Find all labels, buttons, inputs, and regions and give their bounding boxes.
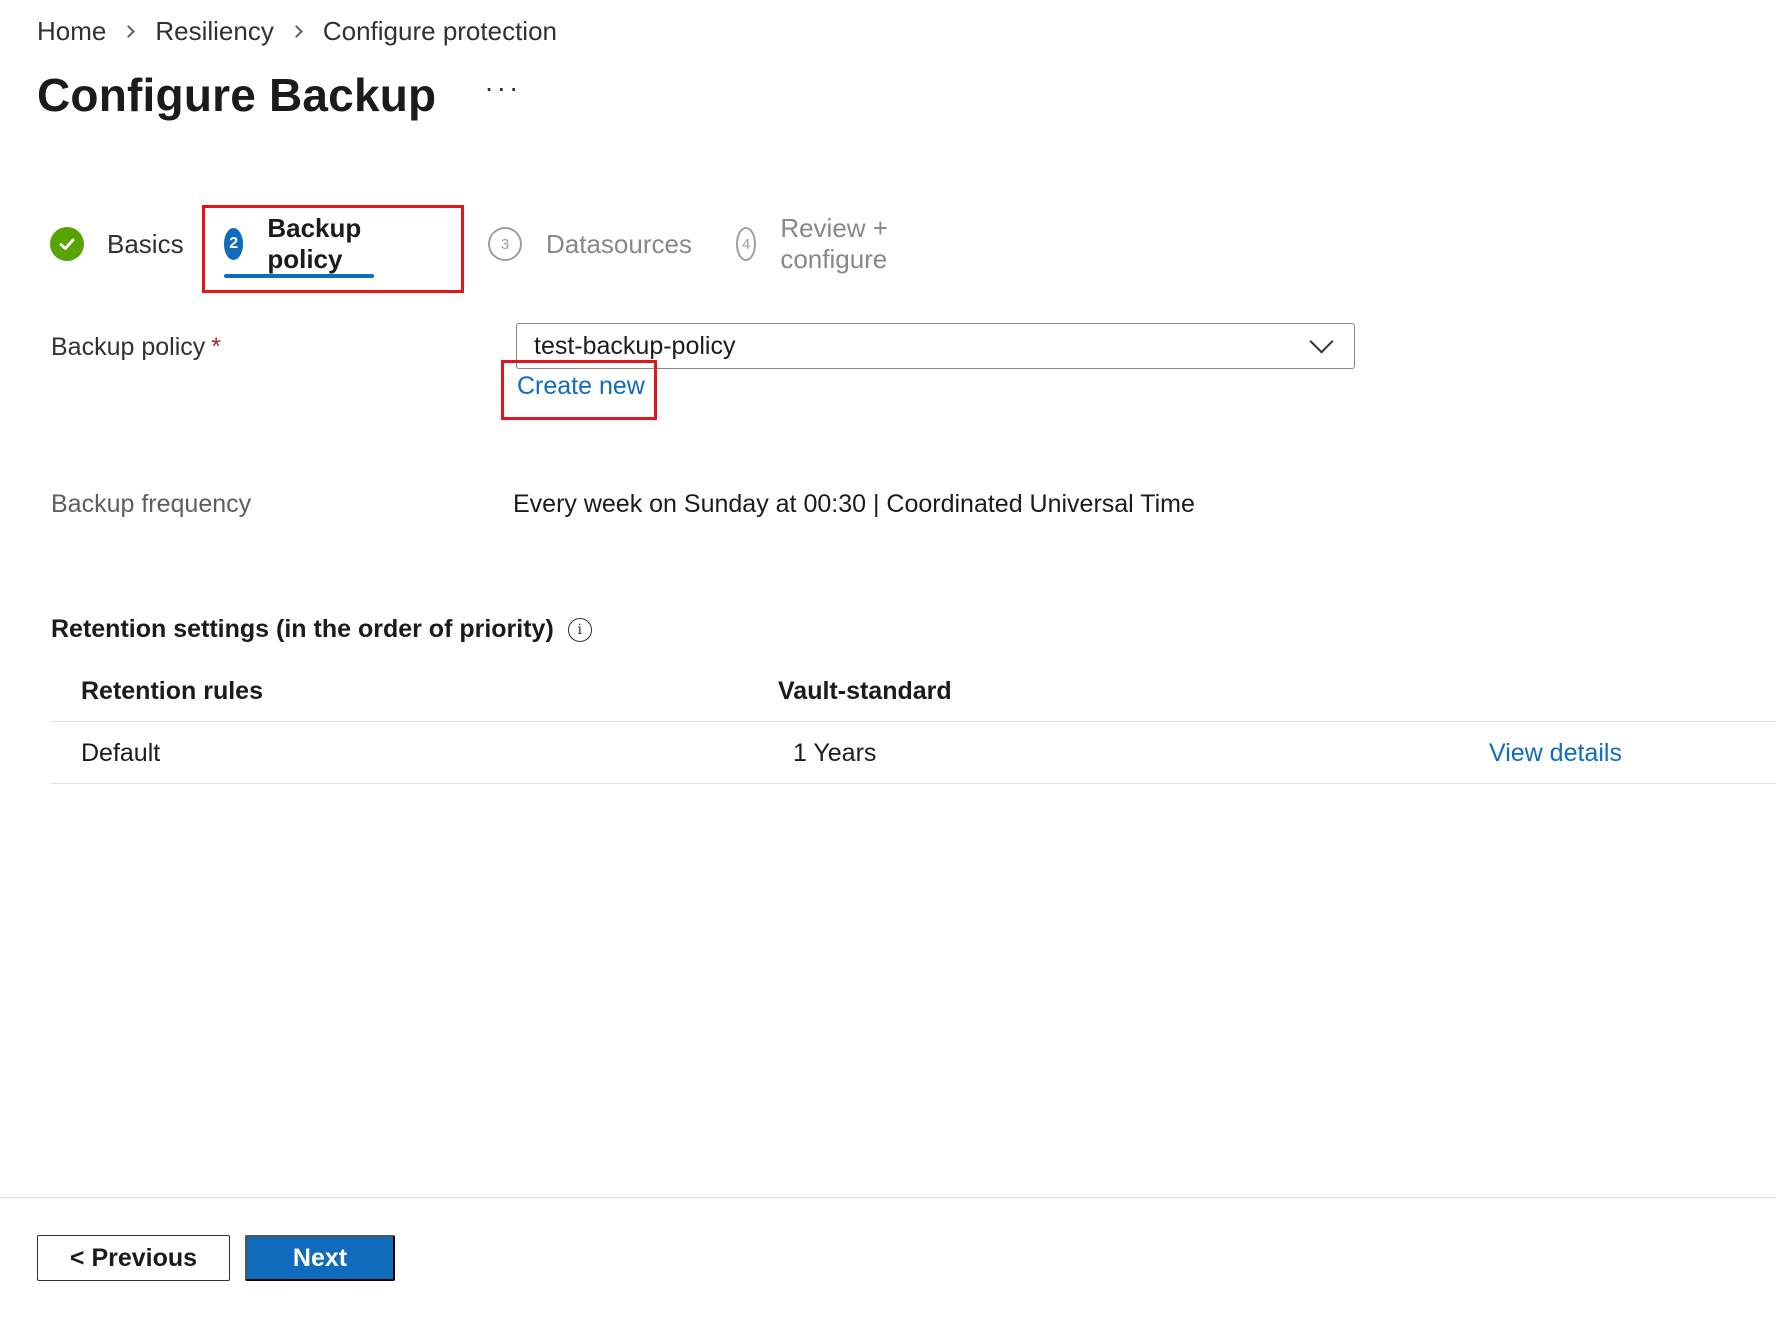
chevron-down-icon xyxy=(1309,328,1334,354)
breadcrumb-resiliency[interactable]: Resiliency xyxy=(155,16,274,47)
chevron-right-icon xyxy=(122,25,136,38)
tab-datasources-label: Datasources xyxy=(546,228,692,259)
highlight-box-create-new xyxy=(501,360,657,420)
vault-standard-duration: 1 Years xyxy=(793,738,877,767)
page: Home Resiliency Configure protection Con… xyxy=(0,0,1776,1324)
required-marker: * xyxy=(211,333,221,361)
next-button[interactable]: Next xyxy=(245,1235,395,1281)
backup-frequency-value: Every week on Sunday at 00:30 | Coordina… xyxy=(513,490,1195,518)
breadcrumb-configure-protection[interactable]: Configure protection xyxy=(323,16,557,47)
retention-settings-heading: Retention settings (in the order of prio… xyxy=(51,615,592,644)
table-header-row: Retention rules Vault-standard xyxy=(51,660,1776,722)
backup-policy-label: Backup policy * xyxy=(51,333,221,362)
tab-basics-label: Basics xyxy=(107,228,184,259)
previous-button[interactable]: < Previous xyxy=(37,1235,230,1281)
breadcrumb-home[interactable]: Home xyxy=(37,16,106,47)
tab-review-configure[interactable]: 4 Review + configure xyxy=(736,213,901,274)
tab-review-configure-label: Review + configure xyxy=(780,213,888,274)
backup-policy-selected-value: test-backup-policy xyxy=(534,331,736,360)
page-title: Configure Backup xyxy=(37,69,437,121)
more-options-button[interactable]: ··· xyxy=(484,72,521,104)
step-number-badge: 4 xyxy=(736,227,757,261)
tab-basics[interactable]: Basics xyxy=(50,218,184,270)
step-number-badge: 3 xyxy=(488,227,522,261)
view-details-link[interactable]: View details xyxy=(1489,722,1622,784)
highlight-box-backup-policy-tab xyxy=(202,205,464,293)
chevron-right-icon xyxy=(289,25,303,38)
column-header-vault-standard: Vault-standard xyxy=(778,676,952,705)
retention-rule-name: Default xyxy=(81,738,161,767)
retention-settings-title: Retention settings (in the order of prio… xyxy=(51,615,554,643)
table-row: Default 1 Years View details xyxy=(51,722,1776,784)
retention-table: Retention rules Vault-standard Default 1… xyxy=(51,660,1776,784)
checkmark-circle-icon xyxy=(50,227,84,261)
column-header-retention-rules: Retention rules xyxy=(81,676,263,705)
footer-divider xyxy=(0,1197,1776,1198)
breadcrumb: Home Resiliency Configure protection xyxy=(37,16,557,47)
info-icon[interactable]: i xyxy=(567,617,592,642)
backup-policy-label-text: Backup policy xyxy=(51,333,206,361)
title-row: Configure Backup ··· xyxy=(37,68,521,122)
backup-frequency-label: Backup frequency xyxy=(51,490,252,518)
tab-datasources[interactable]: 3 Datasources xyxy=(488,218,692,270)
